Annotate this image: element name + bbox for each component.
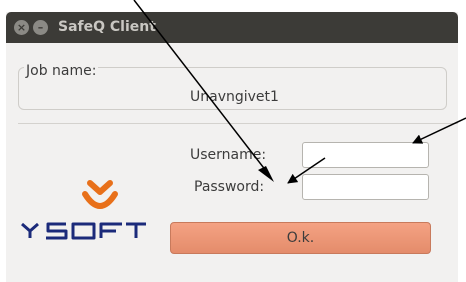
job-name-value: Unavngivet1	[190, 89, 279, 105]
safeq-client-window: × – SafeQ Client Job name: Unavngivet1 U…	[6, 12, 458, 282]
password-label: Password:	[194, 179, 265, 195]
divider	[18, 123, 458, 124]
job-name-label: Job name:	[24, 63, 99, 79]
password-input[interactable]	[302, 174, 429, 200]
close-icon[interactable]: ×	[14, 20, 29, 35]
ysoft-wordmark	[21, 222, 146, 240]
ysoft-smile-icon	[82, 180, 118, 209]
window-title: SafeQ Client	[58, 19, 156, 35]
username-input[interactable]	[302, 142, 429, 168]
username-label: Username:	[190, 147, 267, 163]
titlebar: × – SafeQ Client	[6, 12, 458, 43]
ysoft-logo	[21, 180, 146, 240]
ok-button[interactable]: O.k.	[170, 222, 431, 254]
minimize-icon[interactable]: –	[33, 20, 48, 35]
